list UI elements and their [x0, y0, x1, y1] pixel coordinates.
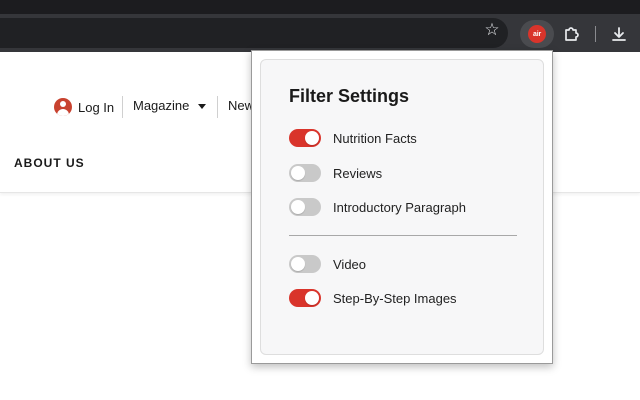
user-icon — [54, 98, 72, 116]
nutrition-facts-toggle[interactable] — [289, 129, 321, 147]
magazine-label: Magazine — [133, 98, 190, 113]
toggle-knob — [305, 131, 319, 145]
extension-button[interactable]: air — [520, 20, 554, 48]
toggle-row-video[interactable]: Video — [289, 254, 529, 274]
extension-logo-icon: air — [528, 25, 546, 43]
reviews-toggle[interactable] — [289, 164, 321, 182]
toggle-label: Introductory Paragraph — [333, 199, 466, 215]
toggle-row-reviews[interactable]: Reviews — [289, 163, 529, 183]
filter-settings-panel: Filter Settings Nutrition Facts Reviews … — [260, 59, 544, 355]
toggle-knob — [291, 166, 305, 180]
section-divider — [289, 235, 517, 236]
toggle-row-step-by-step-images[interactable]: Step-By-Step Images — [289, 288, 529, 308]
popup-title: Filter Settings — [289, 86, 410, 106]
download-icon[interactable] — [606, 21, 632, 47]
puzzle-icon[interactable] — [559, 21, 585, 47]
address-bar[interactable] — [0, 18, 508, 48]
toggle-label: Step-By-Step Images — [333, 290, 457, 306]
toggle-row-nutrition-facts[interactable]: Nutrition Facts — [289, 128, 529, 148]
login-label: Log In — [78, 99, 115, 115]
toggle-row-introductory-paragraph[interactable]: Introductory Paragraph — [289, 197, 529, 217]
toggle-label: Reviews — [333, 165, 383, 181]
caret-down-icon — [198, 103, 207, 109]
browser-toolbar: ☆ air — [0, 14, 640, 52]
step-by-step-images-toggle[interactable] — [289, 289, 321, 307]
nav-divider — [217, 96, 218, 118]
toggle-knob — [305, 291, 319, 305]
toggle-knob — [291, 200, 305, 214]
toolbar-separator — [595, 26, 596, 42]
window-titlebar — [0, 0, 640, 14]
toggle-knob — [291, 257, 305, 271]
video-toggle[interactable] — [289, 255, 321, 273]
toggle-label: Video — [333, 256, 367, 272]
toggle-label: Nutrition Facts — [333, 130, 417, 146]
login-link[interactable]: Log In — [54, 98, 114, 116]
magazine-menu[interactable]: Magazine — [133, 98, 207, 113]
introductory-paragraph-toggle[interactable] — [289, 198, 321, 216]
star-icon[interactable]: ☆ — [480, 18, 504, 42]
about-us-link[interactable]: ABOUT US — [14, 156, 85, 170]
extension-popup: Filter Settings Nutrition Facts Reviews … — [251, 50, 553, 364]
nav-divider — [122, 96, 123, 118]
